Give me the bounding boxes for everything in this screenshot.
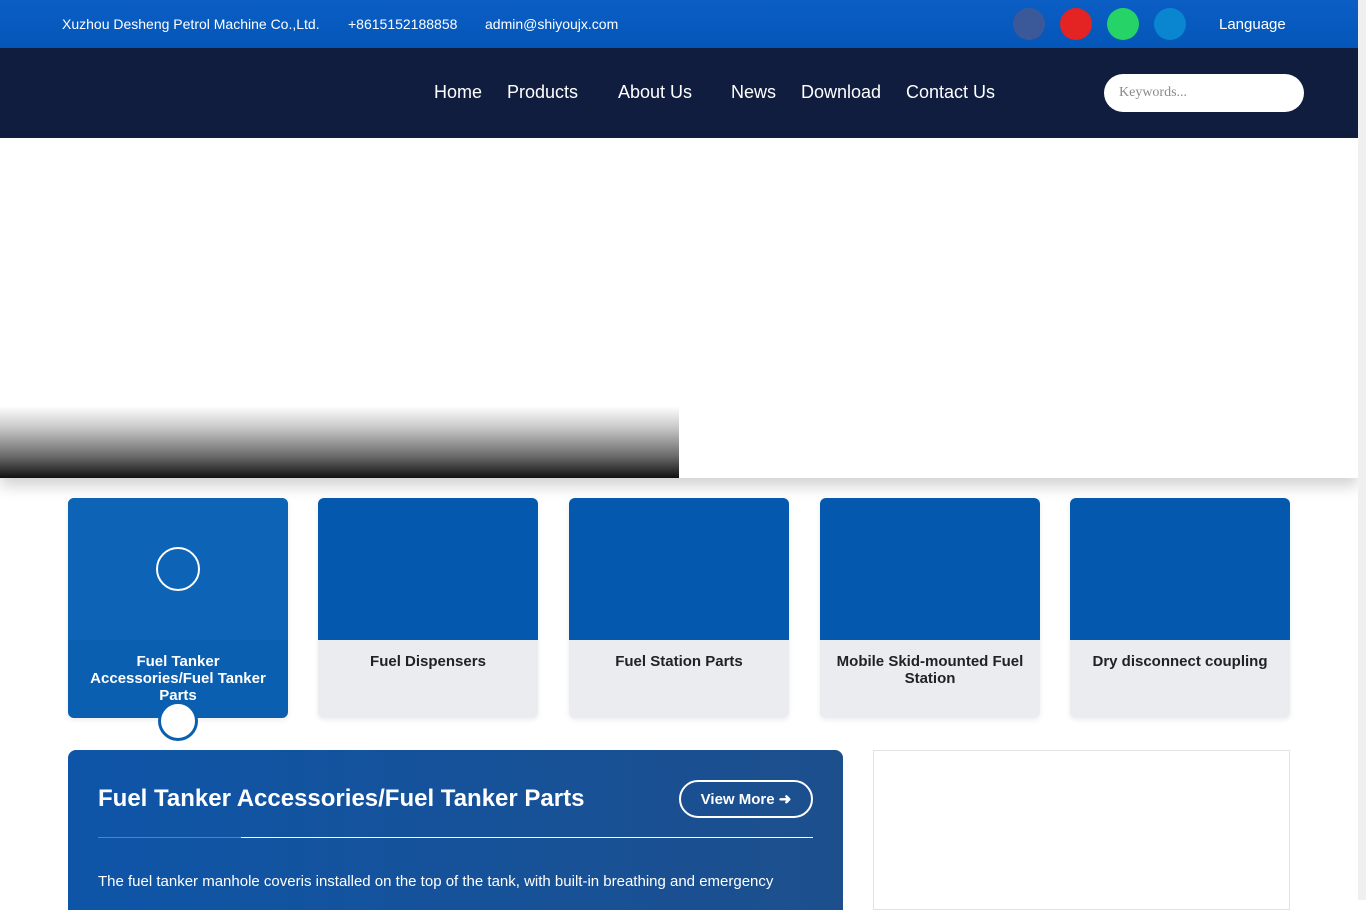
nav-download[interactable]: Download [801,82,881,103]
phone-link[interactable]: +8615152188858 [348,16,457,32]
main-navbar: Home Products About Us News Download Con… [0,48,1358,138]
active-indicator-icon [158,701,198,741]
category-image [318,498,538,640]
page-scrollbar[interactable] [1358,0,1366,900]
banner-image-fade [0,406,679,478]
feature-image-box [873,750,1290,910]
feature-title: Fuel Tanker Accessories/Fuel Tanker Part… [98,785,585,812]
feature-panel: Fuel Tanker Accessories/Fuel Tanker Part… [68,750,843,910]
category-image [820,498,1040,640]
email-link[interactable]: admin@shiyoujx.com [485,16,618,32]
category-label: Mobile Skid-mounted Fuel Station [836,653,1024,687]
category-card-fuel-tanker-accessories[interactable]: Fuel Tanker Accessories/Fuel Tanker Part… [68,498,288,741]
category-image [68,498,288,640]
facebook-icon[interactable] [1013,8,1045,40]
top-info-bar: Xuzhou Desheng Petrol Machine Co.,Ltd. +… [0,0,1358,48]
search-input[interactable] [1104,74,1304,112]
view-more-button[interactable]: View More ➜ [679,780,813,818]
category-image [569,498,789,640]
nav-contact-us[interactable]: Contact Us [906,82,995,103]
company-name: Xuzhou Desheng Petrol Machine Co.,Ltd. [62,16,320,32]
divider-accent [98,837,241,838]
language-selector[interactable]: Language [1219,16,1286,33]
category-image [1070,498,1290,640]
linkedin-icon[interactable] [1154,8,1186,40]
category-label: Dry disconnect coupling [1092,653,1268,670]
nav-products[interactable]: Products [507,82,578,103]
circle-icon [156,547,200,591]
whatsapp-icon[interactable] [1107,8,1139,40]
category-card-mobile-skid-station[interactable]: Mobile Skid-mounted Fuel Station [820,498,1040,718]
category-card-fuel-dispensers[interactable]: Fuel Dispensers [318,498,538,718]
hero-banner [0,138,1358,478]
category-card-dry-disconnect-coupling[interactable]: Dry disconnect coupling [1070,498,1290,718]
category-label: Fuel Dispensers [370,653,486,670]
youtube-icon[interactable] [1060,8,1092,40]
feature-description: The fuel tanker manhole coveris installe… [98,873,774,890]
category-label: Fuel Tanker Accessories/Fuel Tanker Part… [90,653,266,704]
nav-home[interactable]: Home [434,82,482,103]
category-card-fuel-station-parts[interactable]: Fuel Station Parts [569,498,789,718]
nav-about-us[interactable]: About Us [618,82,692,103]
nav-news[interactable]: News [731,82,776,103]
category-label: Fuel Station Parts [615,653,743,670]
